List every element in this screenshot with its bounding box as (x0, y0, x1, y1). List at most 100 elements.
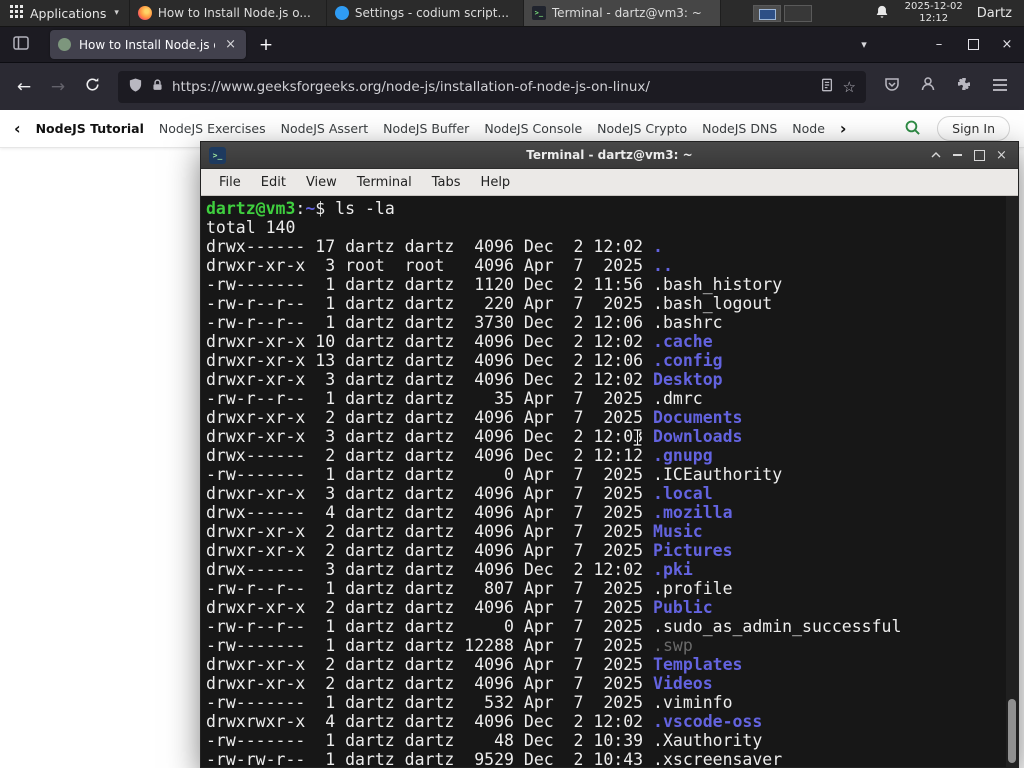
file-meta: -rw------- 1 dartz dartz 532 Apr 7 2025 (206, 693, 654, 712)
workspace-2[interactable] (783, 4, 812, 22)
nav-item[interactable]: NodeJS Crypto (597, 121, 687, 136)
terminal-viewport[interactable]: dartz@vm3:~$ ls -la total 140 drwx------ 1… (201, 196, 1018, 767)
list-all-tabs-button[interactable]: ▾ (850, 31, 878, 59)
file-meta: drwxr-xr-x 2 dartz dartz 4096 Apr 7 2025 (206, 674, 654, 693)
terminal-line: -rw-rw-r-- 1 dartz dartz 9529 Dec 2 10:4… (206, 750, 1018, 767)
file-name: .gnupg (653, 446, 713, 465)
workspace-1[interactable] (752, 4, 781, 22)
file-name: .sudo_as_admin_successful (653, 617, 902, 636)
file-meta: drwxr-xr-x 3 root root 4096 Apr 7 2025 (206, 256, 654, 275)
file-name: .dmrc (653, 389, 703, 408)
sign-in-button[interactable]: Sign In (937, 116, 1010, 141)
file-name: .bashrc (653, 313, 723, 332)
file-name: .. (653, 256, 673, 275)
file-meta: drwxr-xr-x 2 dartz dartz 4096 Apr 7 2025 (206, 655, 654, 674)
maximize-button[interactable] (970, 146, 989, 165)
menu-tabs[interactable]: Tabs (422, 172, 471, 193)
menu-help[interactable]: Help (471, 172, 521, 193)
window-close-button[interactable]: × (990, 27, 1024, 62)
nav-scroll-right-icon[interactable]: › (840, 120, 847, 137)
file-meta: drwxr-xr-x 10 dartz dartz 4096 Dec 2 12:… (206, 332, 654, 351)
scrollbar-thumb[interactable] (1008, 699, 1016, 763)
menu-file[interactable]: File (209, 172, 251, 193)
terminal-line: drwx------ 3 dartz dartz 4096 Dec 2 12:0… (206, 560, 1018, 579)
window-minimize-button[interactable]: – (922, 27, 956, 62)
url-bar[interactable]: https://www.geeksforgeeks.org/node-js/in… (118, 70, 866, 103)
terminal-line: drwxr-xr-x 2 dartz dartz 4096 Apr 7 2025… (206, 541, 1018, 560)
file-meta: drwx------ 17 dartz dartz 4096 Dec 2 12:… (206, 237, 654, 256)
reload-button[interactable] (76, 71, 108, 103)
file-name: .profile (653, 579, 733, 598)
menu-edit[interactable]: Edit (251, 172, 296, 193)
terminal-line: drwxr-xr-x 2 dartz dartz 4096 Apr 7 2025… (206, 655, 1018, 674)
terminal-line: -rw-r--r-- 1 dartz dartz 220 Apr 7 2025 … (206, 294, 1018, 313)
file-meta: drwxr-xr-x 3 dartz dartz 4096 Apr 7 2025 (206, 484, 654, 503)
minimize-button[interactable] (948, 146, 967, 165)
lock-icon (151, 77, 164, 96)
menu-view[interactable]: View (296, 172, 347, 193)
terminal-line: -rw------- 1 dartz dartz 1120 Dec 2 11:5… (206, 275, 1018, 294)
file-meta: drwxr-xr-x 3 dartz dartz 4096 Dec 2 12:0… (206, 427, 654, 446)
terminal-line: drwxr-xr-x 2 dartz dartz 4096 Apr 7 2025… (206, 408, 1018, 427)
tab-close-button[interactable]: × (223, 37, 238, 52)
firefox-view-button[interactable] (6, 31, 36, 59)
browser-tab-active[interactable]: How to Install Node.js on × (50, 30, 246, 59)
file-meta: -rw------- 1 dartz dartz 1120 Dec 2 11:5… (206, 275, 654, 294)
terminal-line: drwx------ 2 dartz dartz 4096 Dec 2 12:1… (206, 446, 1018, 465)
taskbar-item-label: Settings - codium script... (354, 6, 509, 20)
file-name: Documents (653, 408, 743, 427)
terminal-prompt-line: dartz@vm3:~$ ls -la (206, 199, 1018, 218)
taskbar-item-browser[interactable]: How to Install Node.js o... (130, 0, 327, 26)
panel-user-menu[interactable]: Dartz (971, 0, 1024, 26)
taskbar-item-terminal[interactable]: >_ Terminal - dartz@vm3: ~ (523, 0, 721, 26)
terminal-titlebar[interactable]: >_ Terminal - dartz@vm3: ~ × (201, 142, 1018, 169)
extensions-button[interactable] (948, 71, 980, 103)
nav-item[interactable]: NodeJS Exercises (159, 121, 266, 136)
taskbar-item-label: Terminal - dartz@vm3: ~ (551, 6, 702, 20)
notification-bell-button[interactable] (867, 0, 897, 26)
file-meta: drwxrwxr-x 4 dartz dartz 4096 Dec 2 12:0… (206, 712, 654, 731)
nav-item[interactable]: NodeJS Assert (281, 121, 369, 136)
terminal-line: -rw------- 1 dartz dartz 0 Apr 7 2025 .I… (206, 465, 1018, 484)
nav-item-nodejs-tutorial[interactable]: NodeJS Tutorial (36, 121, 144, 136)
file-meta: drwxr-xr-x 2 dartz dartz 4096 Apr 7 2025 (206, 408, 654, 427)
applications-menu-button[interactable]: Applications ▾ (0, 0, 129, 26)
shade-button[interactable] (926, 146, 945, 165)
terminal-scrollbar[interactable] (1006, 196, 1018, 767)
menu-terminal[interactable]: Terminal (347, 172, 422, 193)
search-icon[interactable] (904, 119, 921, 139)
restore-icon (967, 39, 979, 50)
taskbar-item-codium[interactable]: Settings - codium script... (327, 0, 524, 26)
nav-item[interactable]: NodeJS Buffer (383, 121, 469, 136)
bookmark-star-icon[interactable]: ☆ (843, 78, 856, 96)
close-button[interactable]: × (992, 146, 1011, 165)
puzzle-icon (956, 76, 972, 97)
nav-item[interactable]: Node (792, 121, 825, 136)
forward-button[interactable]: → (42, 71, 74, 103)
nav-item[interactable]: NodeJS Console (484, 121, 582, 136)
file-meta: drwx------ 4 dartz dartz 4096 Apr 7 2025 (206, 503, 654, 522)
menu-button[interactable] (984, 71, 1016, 103)
back-button[interactable]: ← (8, 71, 40, 103)
window-restore-button[interactable] (956, 27, 990, 62)
file-name: Templates (653, 655, 743, 674)
file-name: .mozilla (653, 503, 733, 522)
file-meta: drwxr-xr-x 2 dartz dartz 4096 Apr 7 2025 (206, 598, 654, 617)
account-button[interactable] (912, 71, 944, 103)
taskbar-item-label: How to Install Node.js o... (157, 6, 311, 20)
reader-mode-icon[interactable] (820, 77, 834, 96)
nav-scroll-left-icon[interactable]: ‹ (14, 120, 21, 137)
terminal-window-controls: × (926, 146, 1018, 165)
maximize-icon (974, 149, 985, 161)
pocket-icon (884, 76, 900, 97)
terminal-window: >_ Terminal - dartz@vm3: ~ × File Edit V… (200, 141, 1019, 768)
file-meta: drwx------ 3 dartz dartz 4096 Dec 2 12:0… (206, 560, 654, 579)
pocket-button[interactable] (876, 71, 908, 103)
panel-clock[interactable]: 2025-12-02 12:12 (897, 0, 971, 26)
new-tab-button[interactable]: + (252, 31, 280, 59)
top-panel: Applications ▾ How to Install Node.js o.… (0, 0, 1024, 27)
nav-item[interactable]: NodeJS DNS (702, 121, 777, 136)
terminal-line: drwx------ 17 dartz dartz 4096 Dec 2 12:… (206, 237, 1018, 256)
file-meta: -rw------- 1 dartz dartz 48 Dec 2 10:39 (206, 731, 654, 750)
terminal-line: drwxr-xr-x 10 dartz dartz 4096 Dec 2 12:… (206, 332, 1018, 351)
